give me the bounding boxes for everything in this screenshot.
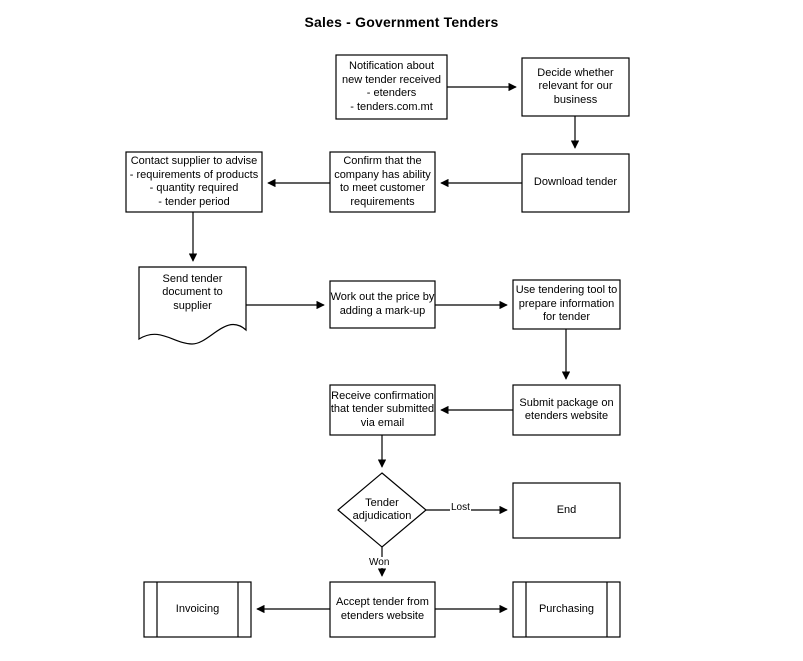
node-shape-receive-confirmation[interactable] [329, 384, 436, 436]
flowchart-shapes-and-connectors [125, 54, 630, 638]
node-shape-notification[interactable] [335, 54, 448, 120]
node-shape-accept-tender[interactable] [329, 581, 436, 638]
edge-label-lost: Lost [450, 502, 471, 513]
node-shape-work-out-price[interactable] [329, 280, 436, 329]
node-shape-end[interactable] [512, 482, 621, 539]
node-shape-confirm-ability[interactable] [329, 151, 436, 213]
node-shape-tender-adjudication[interactable] [337, 472, 427, 548]
node-shape-purchasing[interactable] [512, 581, 621, 638]
node-shape-use-tendering-tool[interactable] [512, 279, 621, 330]
node-shape-invoicing[interactable] [143, 581, 252, 638]
node-shape-decide-relevant[interactable] [521, 57, 630, 117]
node-shape-submit-package[interactable] [512, 384, 621, 436]
node-shape-send-tender-document[interactable] [138, 266, 247, 345]
node-shape-contact-supplier[interactable] [125, 151, 263, 213]
edge-label-won: Won [368, 557, 391, 568]
flowchart-canvas: Sales - Government Tenders Notification … [0, 0, 803, 661]
node-shape-download-tender[interactable] [521, 153, 630, 213]
